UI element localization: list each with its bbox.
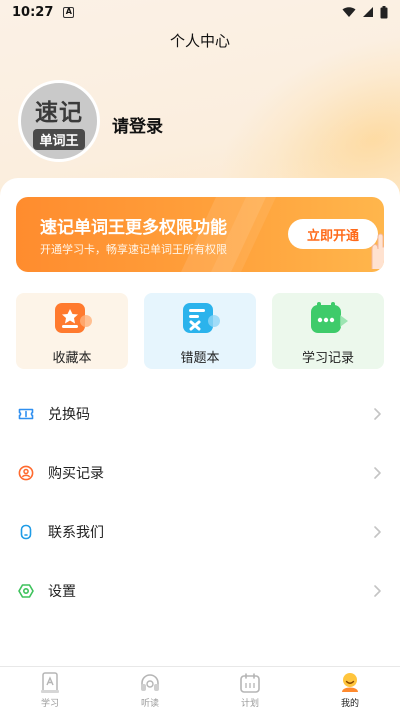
login-prompt[interactable]: 请登录	[112, 112, 163, 137]
chevron-right-icon	[374, 466, 381, 479]
card-favorites-label: 收藏本	[52, 351, 92, 366]
menu-item-purchase-records[interactable]: 购买记录	[0, 443, 400, 502]
x-note-icon	[183, 303, 220, 333]
tab-listen-read[interactable]: 听读	[100, 667, 200, 712]
pointing-hand-icon	[371, 233, 384, 269]
headphones-icon	[141, 674, 159, 691]
chevron-right-icon	[374, 407, 381, 420]
menu-item-settings[interactable]: 设置	[0, 561, 400, 620]
menu-item-label: 兑换码	[48, 406, 90, 423]
tab-label: 计划	[240, 699, 259, 709]
bottom-tab-bar: 学习 听读 计划 我的	[0, 666, 400, 712]
ticket-icon	[18, 408, 34, 419]
menu-item-contact-us[interactable]: 联系我们	[0, 502, 400, 561]
menu-item-label: 联系我们	[48, 524, 104, 541]
smiley-profile-icon	[342, 673, 358, 692]
page-title: 个人中心	[169, 32, 230, 50]
a-letter-icon: A	[63, 6, 75, 18]
book-icon	[41, 672, 59, 693]
menu-item-label: 设置	[48, 583, 76, 600]
hexagon-gear-icon	[18, 583, 34, 598]
chevron-right-icon	[374, 525, 381, 538]
menu-item-redeem-code[interactable]: 兑换码	[0, 384, 400, 443]
chevron-right-icon	[374, 584, 381, 597]
card-study-records[interactable]: 学习记录	[272, 293, 384, 369]
status-time: 10:27	[12, 4, 54, 20]
signal-icon	[363, 7, 373, 17]
receipt-icon	[18, 465, 34, 480]
banner-subtitle: 开通学习卡，畅享速记单词王所有权限	[40, 243, 227, 256]
battery-icon	[380, 5, 388, 18]
wifi-icon	[342, 7, 356, 17]
tab-label: 我的	[340, 699, 359, 709]
chat-note-icon	[311, 302, 348, 333]
avatar[interactable]: 速记 单词王	[18, 80, 100, 162]
avatar-logo-text-top: 速记	[35, 99, 83, 126]
phone-icon	[20, 524, 32, 539]
banner-title: 速记单词王更多权限功能	[40, 218, 227, 238]
tab-mine[interactable]: 我的	[300, 667, 400, 712]
menu-item-label: 购买记录	[48, 465, 104, 482]
calendar-icon	[240, 673, 260, 693]
feature-cards: 收藏本 错题本 学习记录	[16, 293, 384, 369]
star-box-icon	[55, 303, 92, 333]
tab-label: 学习	[40, 699, 59, 709]
tab-label: 听读	[140, 699, 159, 709]
tab-study[interactable]: 学习	[0, 667, 100, 712]
avatar-logo-text-bottom: 单词王	[33, 128, 85, 150]
settings-menu: 兑换码 购买记录 联系我们 设置	[0, 384, 400, 620]
membership-banner[interactable]: 速记单词王更多权限功能 开通学习卡，畅享速记单词王所有权限 立即开通	[16, 197, 384, 272]
card-study-records-label: 学习记录	[301, 351, 354, 366]
status-bar: 10:27 A	[0, 0, 400, 24]
card-mistakes[interactable]: 错题本	[144, 293, 256, 369]
card-mistakes-label: 错题本	[180, 351, 220, 366]
tab-plan[interactable]: 计划	[200, 667, 300, 712]
card-favorites[interactable]: 收藏本	[16, 293, 128, 369]
